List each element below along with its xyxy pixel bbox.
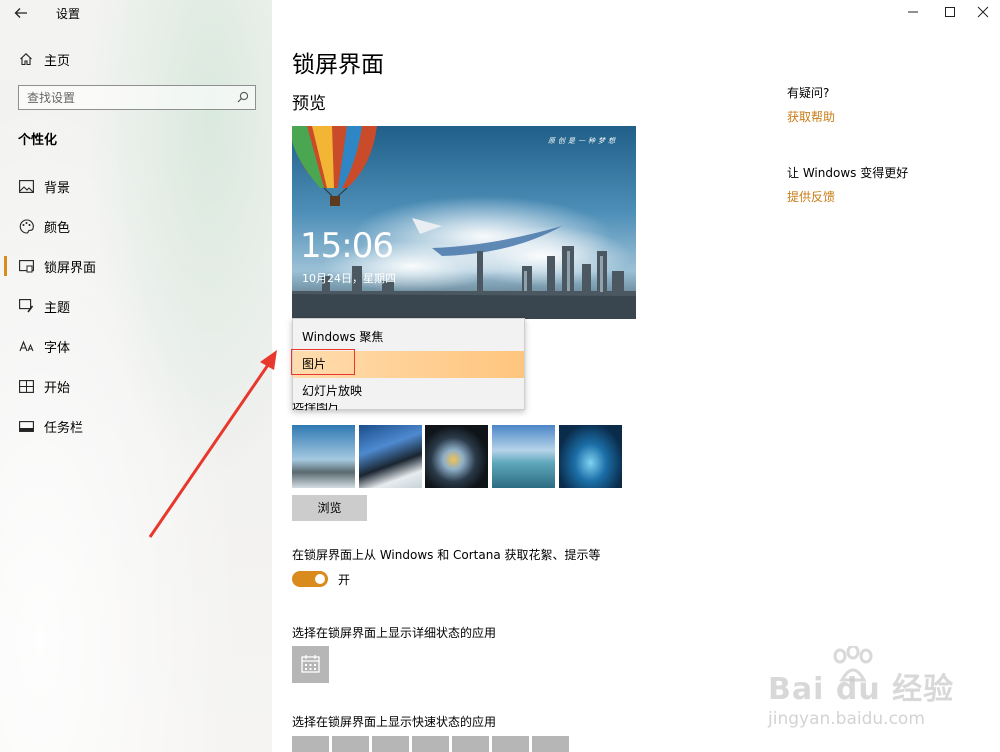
help-question-title: 有疑问? <box>787 86 830 100</box>
lockscreen-preview: 15:06 10月24日，星期四 原创是一种梦想 <box>292 126 636 319</box>
sidebar-item-home-label: 主页 <box>44 53 71 69</box>
sidebar-item-background[interactable]: 背景 <box>0 166 272 206</box>
start-icon <box>18 378 34 394</box>
picture-icon <box>18 178 34 194</box>
palette-icon <box>18 218 34 234</box>
quick-status-label: 选择在锁屏界面上显示快速状态的应用 <box>292 715 497 729</box>
preview-image <box>292 126 636 319</box>
home-icon <box>18 51 34 67</box>
close-icon <box>977 6 989 18</box>
search-box[interactable] <box>18 85 256 110</box>
feedback-link[interactable]: 提供反馈 <box>787 188 835 205</box>
quick-app-button-4[interactable] <box>412 736 449 752</box>
arrow-left-icon <box>14 8 27 18</box>
minimize-icon <box>908 11 918 13</box>
sidebar-item-label: 主题 <box>44 300 71 316</box>
taskbar-icon <box>18 418 34 434</box>
theme-icon <box>18 298 34 314</box>
section-title: 个性化 <box>18 133 58 148</box>
minimize-button[interactable] <box>898 0 928 24</box>
lockscreen-icon <box>18 258 34 274</box>
preview-poem: 原创是一种梦想 <box>548 137 618 145</box>
preview-date: 10月24日，星期四 <box>302 272 396 285</box>
quick-app-button-7[interactable] <box>532 736 569 752</box>
quick-app-button-2[interactable] <box>332 736 369 752</box>
maximize-button[interactable] <box>935 0 965 24</box>
watermark-url: jingyan.baidu.com <box>768 709 925 729</box>
annotation-arrow <box>148 350 277 538</box>
sidebar-item-label: 锁屏界面 <box>44 260 97 276</box>
preview-time: 15:06 <box>300 226 394 266</box>
detail-status-label: 选择在锁屏界面上显示详细状态的应用 <box>292 626 497 640</box>
quick-app-button-6[interactable] <box>492 736 529 752</box>
fun-facts-label: 在锁屏界面上从 Windows 和 Cortana 获取花絮、提示等 <box>292 548 601 562</box>
maximize-icon <box>945 7 955 17</box>
sidebar-item-themes[interactable]: 主题 <box>0 286 272 326</box>
dropdown-option-spotlight[interactable]: Windows 聚焦 <box>293 324 524 351</box>
thumbnail-5[interactable] <box>559 425 622 488</box>
detail-app-button[interactable] <box>292 646 329 683</box>
quick-app-button-3[interactable] <box>372 736 409 752</box>
choose-picture-label: 选择图片 <box>292 403 341 412</box>
close-button[interactable] <box>968 0 998 24</box>
browse-button[interactable]: 浏览 <box>292 495 367 521</box>
watermark-brand: Bai du 经验 <box>768 672 955 707</box>
quick-app-button-1[interactable] <box>292 736 329 752</box>
back-button[interactable] <box>14 4 34 22</box>
sidebar-item-label: 字体 <box>44 340 71 356</box>
calendar-icon <box>301 655 320 673</box>
dropdown-option-slideshow[interactable]: 幻灯片放映 <box>293 378 524 405</box>
sidebar-item-home[interactable]: 主页 <box>0 39 272 79</box>
toggle-knob <box>315 574 325 584</box>
thumbnail-3[interactable] <box>425 425 488 488</box>
get-help-link[interactable]: 获取帮助 <box>787 108 835 125</box>
page-title: 锁屏界面 <box>292 52 384 78</box>
sidebar-item-label: 颜色 <box>44 220 71 236</box>
sidebar-item-label: 开始 <box>44 380 71 396</box>
font-icon <box>18 338 34 354</box>
search-input[interactable] <box>19 86 227 109</box>
thumbnail-1[interactable] <box>292 425 355 488</box>
sidebar-item-label: 背景 <box>44 180 71 196</box>
preview-heading: 预览 <box>292 94 326 114</box>
fun-facts-toggle[interactable] <box>292 571 328 587</box>
search-icon[interactable] <box>237 91 249 103</box>
thumbnail-4[interactable] <box>492 425 555 488</box>
toggle-state-label: 开 <box>338 573 351 587</box>
annotation-highlight-box <box>291 349 355 375</box>
improve-title: 让 Windows 变得更好 <box>787 166 909 180</box>
thumbnail-2[interactable] <box>359 425 422 488</box>
sidebar-item-lockscreen[interactable]: 锁屏界面 <box>0 246 272 286</box>
sidebar-item-colors[interactable]: 颜色 <box>0 206 272 246</box>
window-title: 设置 <box>56 7 81 21</box>
sidebar-item-label: 任务栏 <box>44 420 84 436</box>
quick-app-button-5[interactable] <box>452 736 489 752</box>
